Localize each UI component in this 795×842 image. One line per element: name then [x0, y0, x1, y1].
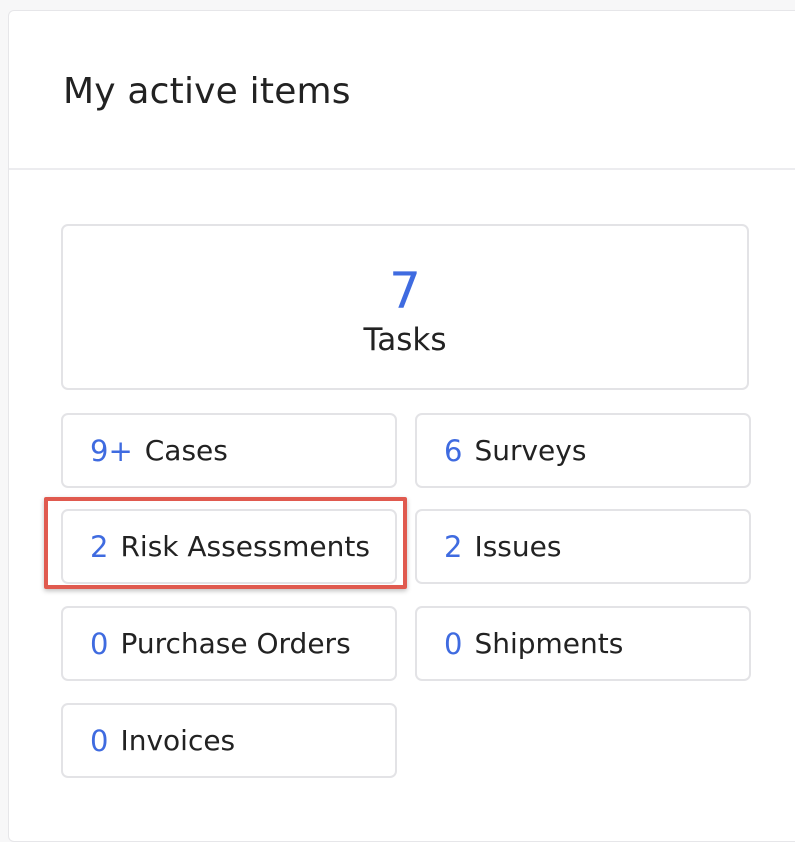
purchase-orders-label: Purchase Orders — [120, 627, 351, 660]
invoices-count: 0 — [90, 723, 109, 758]
surveys-label: Surveys — [474, 434, 587, 467]
cases-label: Cases — [144, 434, 228, 467]
card-header: My active items — [9, 11, 795, 170]
risk-assessments-count: 2 — [90, 529, 109, 564]
shipments-label: Shipments — [474, 627, 624, 660]
tasks-count: 7 — [389, 262, 421, 320]
surveys-count: 6 — [444, 433, 463, 468]
purchase-orders-count: 0 — [90, 626, 109, 661]
issues-label: Issues — [474, 530, 562, 563]
shipments-tile[interactable]: 0 Shipments — [415, 606, 751, 681]
risk-assessments-label: Risk Assessments — [120, 530, 370, 563]
invoices-label: Invoices — [120, 724, 236, 757]
issues-tile[interactable]: 2 Issues — [415, 509, 751, 584]
page-title: My active items — [63, 71, 351, 112]
cases-count: 9+ — [90, 433, 133, 468]
invoices-tile[interactable]: 0 Invoices — [61, 703, 397, 778]
shipments-count: 0 — [444, 626, 463, 661]
issues-count: 2 — [444, 529, 463, 564]
tasks-label: Tasks — [363, 322, 447, 358]
tasks-tile[interactable]: 7 Tasks — [61, 224, 749, 390]
purchase-orders-tile[interactable]: 0 Purchase Orders — [61, 606, 397, 681]
cases-tile[interactable]: 9+ Cases — [61, 413, 397, 488]
surveys-tile[interactable]: 6 Surveys — [415, 413, 751, 488]
risk-assessments-tile[interactable]: 2 Risk Assessments — [61, 509, 397, 584]
